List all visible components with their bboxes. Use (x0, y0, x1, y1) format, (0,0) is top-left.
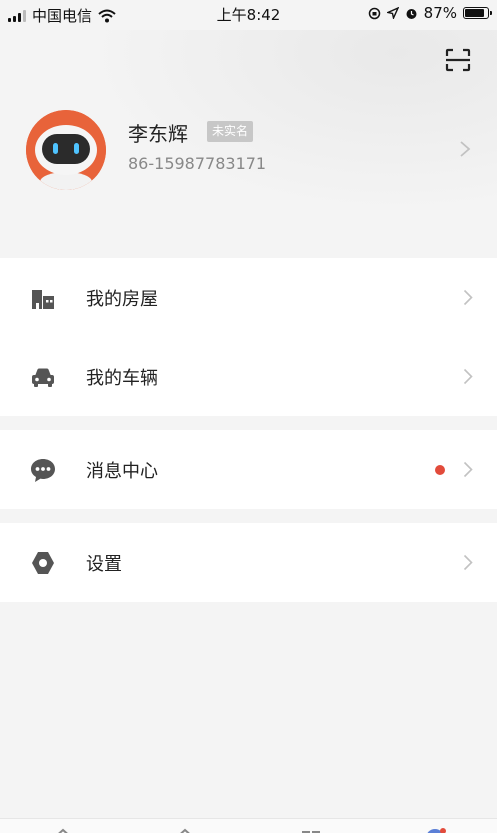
battery-icon (463, 7, 492, 19)
menu-item-my-vehicle[interactable]: 我的车辆 (0, 337, 497, 416)
menu-label-message-center: 消息中心 (86, 460, 158, 482)
robot-avatar-icon (26, 110, 106, 190)
rotation-lock-icon (368, 7, 380, 19)
location-arrow-icon (386, 7, 399, 19)
chevron-right-icon (463, 554, 473, 571)
profile-tab-icon[interactable] (424, 828, 446, 833)
menu-group-settings: 设置 (0, 523, 497, 602)
menu-item-my-house[interactable]: 我的房屋 (0, 258, 497, 337)
home-tab-icon[interactable] (52, 828, 74, 833)
profile-chevron-right-icon[interactable] (459, 140, 471, 158)
menu-item-settings[interactable]: 设置 (0, 523, 497, 602)
chat-bubble-icon (31, 459, 55, 482)
profile-name: 李东辉 (128, 122, 188, 146)
chevron-right-icon (463, 289, 473, 306)
battery-fill (465, 9, 485, 17)
menu-group-assets: 我的房屋 我的车辆 (0, 258, 497, 416)
chevron-right-icon (463, 461, 473, 478)
menu-label-settings: 设置 (86, 553, 122, 575)
hexagon-settings-icon (32, 552, 54, 574)
community-tab-icon[interactable] (174, 828, 196, 833)
status-bar: 中国电信 上午8:42 87% (0, 0, 497, 30)
avatar[interactable] (26, 110, 106, 190)
scan-icon[interactable] (445, 48, 471, 72)
verification-badge: 未实名 (207, 121, 254, 142)
tab-bar (0, 818, 497, 833)
menu-label-my-vehicle: 我的车辆 (86, 367, 158, 389)
unread-dot (435, 465, 445, 475)
status-right: 87% (368, 4, 492, 22)
alarm-icon (406, 8, 417, 19)
my-profile-screen: 中国电信 上午8:42 87% 李东辉 未实名 86-15987783171 我… (0, 0, 497, 833)
profile-header: 李东辉 未实名 86-15987783171 (0, 30, 497, 258)
building-icon (32, 290, 54, 309)
car-icon (32, 368, 54, 387)
services-tab-icon[interactable] (300, 828, 322, 833)
battery-percent: 87% (423, 4, 457, 22)
menu-item-message-center[interactable]: 消息中心 (0, 430, 497, 509)
menu-group-messages: 消息中心 (0, 430, 497, 509)
profile-phone: 86-15987783171 (128, 154, 267, 173)
menu-label-my-house: 我的房屋 (86, 288, 158, 310)
chevron-right-icon (463, 368, 473, 385)
